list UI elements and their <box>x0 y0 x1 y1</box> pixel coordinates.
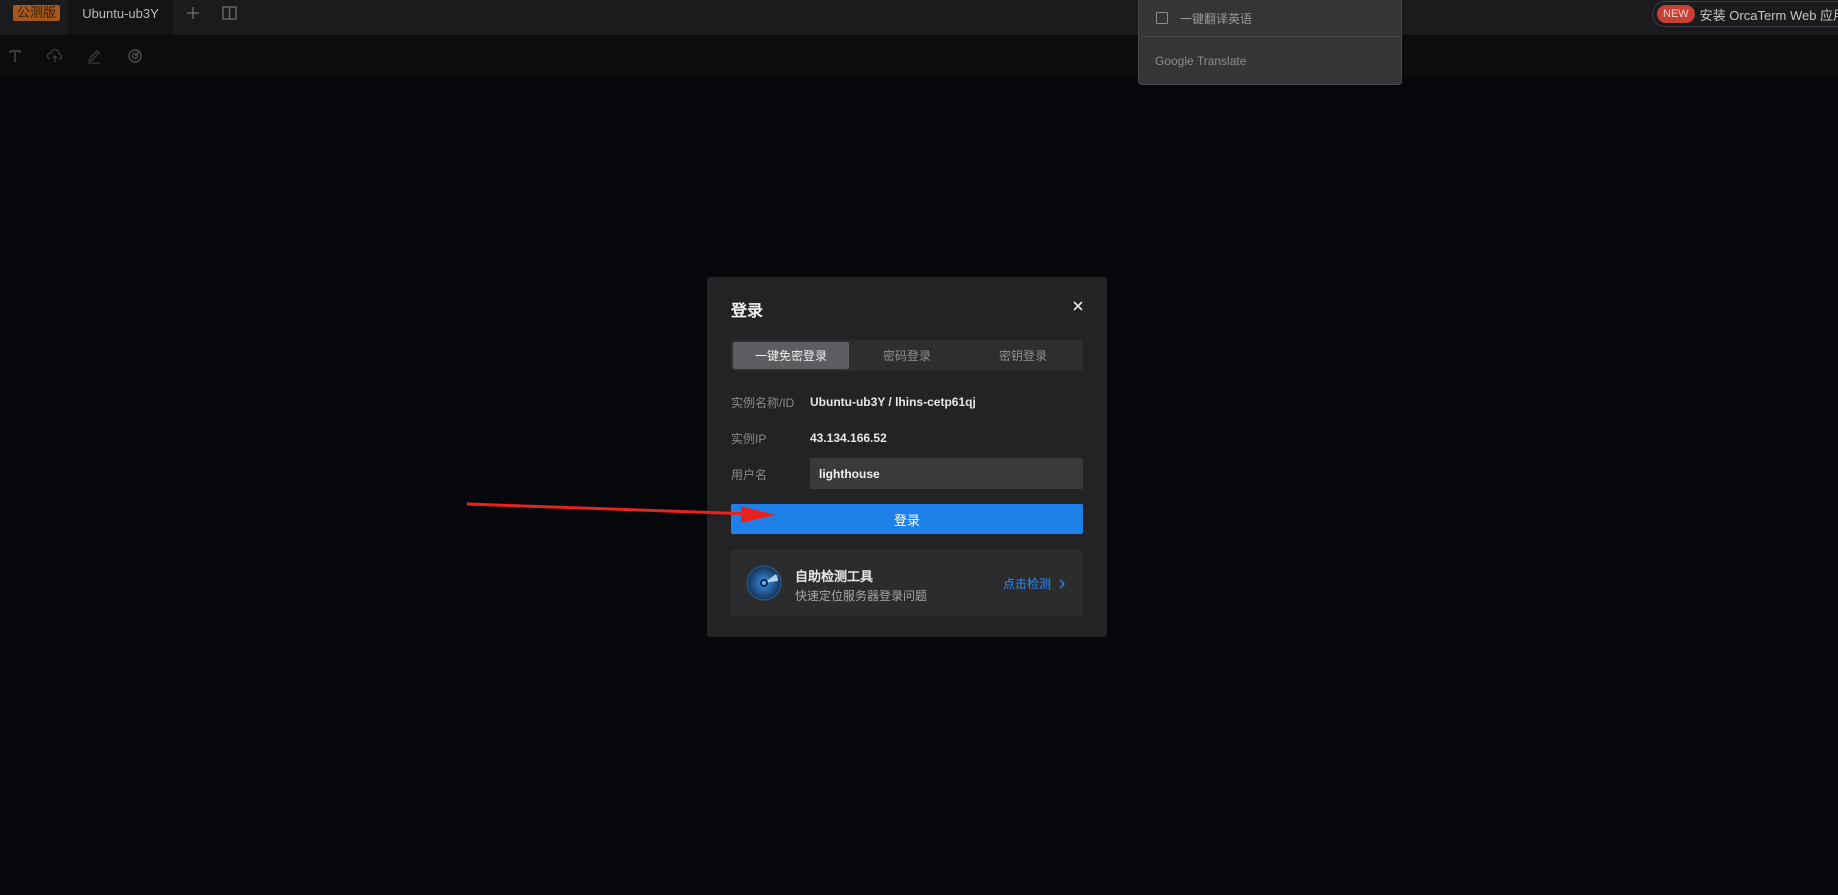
toolbar <box>0 35 1838 77</box>
login-button[interactable]: 登录 <box>731 504 1083 534</box>
beta-badge: 公测版 <box>13 5 61 21</box>
self-check-description: 快速定位服务器登录问题 <box>795 589 928 603</box>
self-check-card: 自助检测工具 快速定位服务器登录问题 点击检测 <box>731 550 1083 616</box>
tab-ubuntu-ub3y[interactable]: Ubuntu-ub3Y <box>68 0 173 35</box>
instance-ip-label: 实例IP <box>731 432 767 446</box>
run-check-label: 点击检测 <box>1002 577 1051 591</box>
tab-bar: 公测版 Ubuntu-ub3Y NEW 安装 OrcaTerm Web 应用 <box>0 0 1838 35</box>
target-icon[interactable] <box>125 46 145 66</box>
tab-password-login[interactable]: 密码登录 <box>849 342 965 369</box>
new-badge: NEW <box>1657 5 1695 23</box>
google-translate-brand: Google Translate <box>1155 54 1247 68</box>
install-app-button[interactable]: NEW 安装 OrcaTerm Web 应用 <box>1652 1 1838 27</box>
tab-label: Ubuntu-ub3Y <box>82 5 159 21</box>
username-label: 用户名 <box>731 468 768 482</box>
text-format-icon[interactable] <box>5 46 25 66</box>
tab-key-login[interactable]: 密钥登录 <box>965 342 1081 369</box>
self-check-title: 自助检测工具 <box>795 569 874 584</box>
translate-checkbox[interactable] <box>1156 12 1168 24</box>
install-app-label: 安装 OrcaTerm Web 应用 <box>1699 7 1838 23</box>
tab-passwordless-login[interactable]: 一键免密登录 <box>733 342 849 369</box>
tab-label: 一键免密登录 <box>754 349 827 363</box>
instance-ip-value: 43.134.166.52 <box>810 431 887 445</box>
translate-option-label: 一键翻译英语 <box>1180 11 1253 26</box>
split-view-icon[interactable] <box>220 4 238 22</box>
dialog-title: 登录 <box>731 303 764 320</box>
instance-name-label: 实例名称/ID <box>731 396 795 410</box>
instance-name-value: Ubuntu-ub3Y / lhins-cetp61qj <box>810 395 976 409</box>
plus-icon[interactable] <box>184 4 202 22</box>
tab-label: 密码登录 <box>882 349 931 363</box>
tab-label: 密钥登录 <box>998 349 1047 363</box>
translate-option[interactable]: 一键翻译英语 <box>1139 0 1401 37</box>
upload-icon[interactable] <box>45 46 65 66</box>
login-dialog: 登录 一键免密登录 密码登录 密钥登录 实例名称/ID Ubuntu-ub3Y … <box>707 277 1107 637</box>
run-check-link[interactable]: 点击检测 <box>1003 575 1065 592</box>
close-icon[interactable] <box>1071 299 1085 313</box>
login-method-tabs: 一键免密登录 密码登录 密钥登录 <box>731 340 1083 371</box>
chevron-right-icon <box>1059 579 1065 588</box>
edit-icon[interactable] <box>84 46 104 66</box>
username-input[interactable] <box>810 458 1083 489</box>
translate-popup: 一键翻译英语 Google Translate <box>1138 0 1402 85</box>
diagnostic-tool-icon <box>746 565 782 601</box>
